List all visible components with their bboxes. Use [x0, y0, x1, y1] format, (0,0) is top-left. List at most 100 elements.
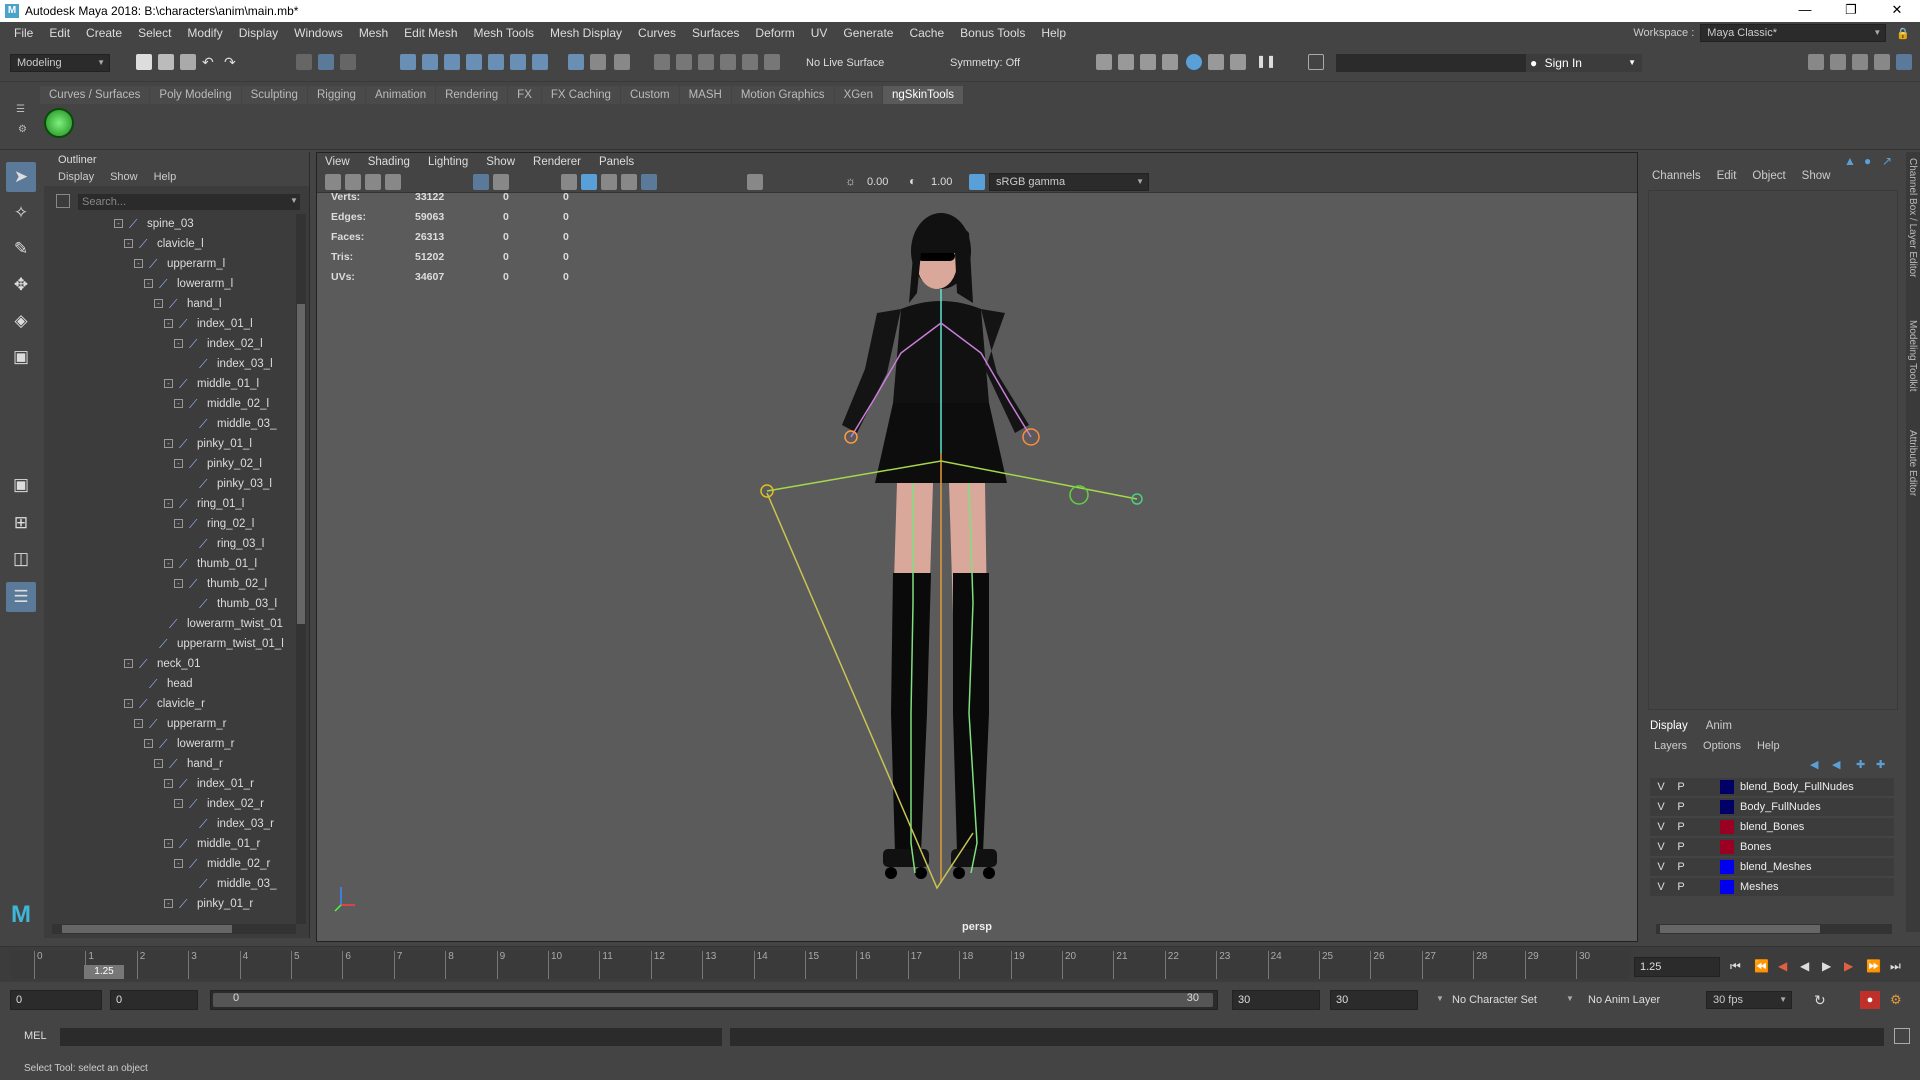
outliner-node[interactable]: - ⟋ index_02_l [174, 334, 263, 354]
outliner-node[interactable]: - ⟋ middle_02_l [174, 394, 269, 414]
toggle-sidebar-icon[interactable] [1308, 54, 1324, 70]
single-perspective-layout-icon[interactable]: ▣ [6, 470, 36, 500]
outliner-node[interactable]: ⟋ upperarm_twist_01_l [144, 634, 284, 654]
outliner-node[interactable]: ⟋ middle_03_ [184, 874, 276, 894]
menu-file[interactable]: File [6, 26, 41, 40]
chevron-down-icon[interactable]: ▼ [1436, 994, 1444, 1003]
collapse-toggle-icon[interactable]: - [174, 459, 183, 469]
chevron-down-icon[interactable]: ▼ [290, 196, 298, 205]
outliner-node[interactable]: - ⟋ spine_03 [114, 214, 194, 234]
render-current-icon[interactable] [1118, 54, 1134, 70]
outliner-node[interactable]: - ⟋ thumb_01_l [164, 554, 257, 574]
collapse-toggle-icon[interactable]: - [164, 839, 173, 849]
menu-select[interactable]: Select [130, 26, 179, 40]
make-live-icon[interactable] [532, 54, 548, 70]
collapse-toggle-icon[interactable]: - [144, 279, 153, 289]
lock-selection-icon[interactable] [590, 54, 606, 70]
menu-mesh-tools[interactable]: Mesh Tools [466, 26, 542, 40]
tab-display[interactable]: Display [1650, 720, 1688, 732]
camera-attributes-icon[interactable] [345, 174, 361, 190]
collapse-toggle-icon[interactable]: - [134, 719, 143, 729]
shelf-tab-motion-graphics[interactable]: Motion Graphics [731, 86, 834, 104]
render-settings-icon[interactable] [1162, 54, 1178, 70]
textured-icon[interactable] [601, 174, 617, 190]
menu-deform[interactable]: Deform [747, 26, 802, 40]
menu-generate[interactable]: Generate [835, 26, 901, 40]
mel-input[interactable] [60, 1028, 722, 1046]
step-back-key-icon[interactable]: ⏪ [1754, 959, 1769, 973]
shelf-tab-curves-surfaces[interactable]: Curves / Surfaces [40, 86, 150, 104]
menu-curves[interactable]: Curves [630, 26, 684, 40]
isolate-select-icon[interactable] [747, 174, 763, 190]
collapse-toggle-icon[interactable]: - [164, 899, 173, 909]
script-editor-icon[interactable] [1894, 1028, 1910, 1044]
collapse-toggle-icon[interactable]: - [124, 239, 133, 249]
collapse-toggle-icon[interactable]: - [174, 519, 183, 529]
collapse-toggle-icon[interactable]: - [164, 499, 173, 509]
snap-point-icon[interactable] [444, 54, 460, 70]
viewport-panel[interactable]: View Shading Lighting Show Renderer Pane… [316, 152, 1638, 942]
modeling-toolkit-icon[interactable] [1808, 54, 1824, 70]
play-forwards-icon[interactable]: ▶ [1822, 959, 1831, 973]
layer-row[interactable]: V P Body_FullNudes [1650, 798, 1894, 816]
menu-uv[interactable]: UV [803, 26, 836, 40]
outliner-menu-show[interactable]: Show [110, 171, 138, 183]
outliner-node[interactable]: ⟋ middle_03_ [184, 414, 276, 434]
layer-color-swatch[interactable] [1720, 820, 1734, 834]
layer-editor-icon[interactable] [1896, 54, 1912, 70]
fps-dropdown[interactable]: 30 fps ▼ [1706, 991, 1792, 1009]
menu-bonus-tools[interactable]: Bonus Tools [952, 26, 1033, 40]
pin-icon[interactable]: ▲ [1844, 154, 1856, 168]
collapse-toggle-icon[interactable]: - [124, 659, 133, 669]
lighting-icon[interactable] [621, 174, 637, 190]
viewport-menu-lighting[interactable]: Lighting [428, 156, 468, 168]
history-icon[interactable] [568, 54, 584, 70]
float-icon[interactable]: ↗ [1882, 154, 1892, 168]
layer-row[interactable]: V Pblend_Bones [1650, 818, 1894, 836]
magnet-icon[interactable] [720, 54, 736, 70]
outliner-node[interactable]: ⟋ index_03_l [184, 354, 273, 374]
layer-color-swatch[interactable] [1720, 860, 1734, 874]
close-button[interactable]: ✕ [1874, 0, 1920, 22]
shelf-tab-xgen[interactable]: XGen [834, 86, 882, 104]
outliner-node[interactable]: - ⟋ pinky_01_l [164, 434, 252, 454]
layer-playback-toggle[interactable]: P [1674, 818, 1688, 836]
live-surface-field[interactable]: No Live Surface [806, 54, 926, 72]
collapse-toggle-icon[interactable]: - [154, 299, 163, 309]
outliner-node[interactable]: - ⟋ upperarm_l [134, 254, 225, 274]
save-scene-icon[interactable] [180, 54, 196, 70]
outliner-node[interactable]: - ⟋ pinky_02_l [174, 454, 262, 474]
channel-menu-show[interactable]: Show [1802, 170, 1831, 188]
current-frame-field[interactable]: 1.25 [1634, 957, 1720, 977]
paint-select-tool-icon[interactable]: ✎ [6, 234, 36, 264]
outliner-node[interactable]: ⟋ lowerarm_twist_01 [154, 614, 283, 634]
two-pane-layout-icon[interactable]: ◫ [6, 544, 36, 574]
redo-icon[interactable]: ↷ [224, 54, 240, 70]
outliner-node[interactable]: - ⟋ index_01_l [164, 314, 253, 334]
side-tab-attribute-editor[interactable]: Attribute Editor [1907, 430, 1918, 496]
layer-color-swatch[interactable] [1720, 840, 1734, 854]
sign-in-button[interactable]: ● Sign In ▼ [1526, 54, 1642, 72]
collapse-toggle-icon[interactable]: - [164, 439, 173, 449]
time-slider[interactable]: 0 1 2 3 4 5 6 7 8 9 10 11 12 13 14 15 16 17 18 19 20 21 22 23 24… [0, 946, 1920, 982]
outliner-node[interactable]: ⟋ index_03_r [184, 814, 274, 834]
outliner-node[interactable]: - ⟋ middle_01_l [164, 374, 259, 394]
go-to-start-icon[interactable]: ⏮ [1730, 959, 1741, 974]
step-back-frame-icon[interactable]: ◀ [1778, 959, 1787, 973]
bookmark-icon[interactable] [365, 174, 381, 190]
layer-menu-options[interactable]: Options [1703, 740, 1741, 752]
outliner-node[interactable]: ⟋ thumb_03_l [184, 594, 277, 614]
layer-row[interactable]: V P Meshes [1650, 878, 1894, 896]
auto-key-icon[interactable]: ● [1860, 991, 1880, 1009]
light-editor-icon[interactable] [1230, 54, 1246, 70]
link-icon[interactable] [676, 54, 692, 70]
select-tool-icon[interactable]: ➤ [6, 162, 36, 192]
image-plane-icon[interactable] [385, 174, 401, 190]
select-by-object-icon[interactable] [318, 54, 334, 70]
collapse-toggle-icon[interactable]: - [164, 559, 173, 569]
scrollbar-thumb[interactable] [62, 925, 232, 933]
outliner-tree[interactable]: - ⟋ spine_03- ⟋ clavicle_l - ⟋ upperarm_l - ⟋ lowe… [44, 214, 294, 924]
shelf-tab-ngskintools[interactable]: ngSkinTools [882, 86, 963, 104]
channel-menu-channels[interactable]: Channels [1652, 170, 1701, 188]
anim-layer-dropdown[interactable]: No Anim Layer [1588, 990, 1688, 1010]
